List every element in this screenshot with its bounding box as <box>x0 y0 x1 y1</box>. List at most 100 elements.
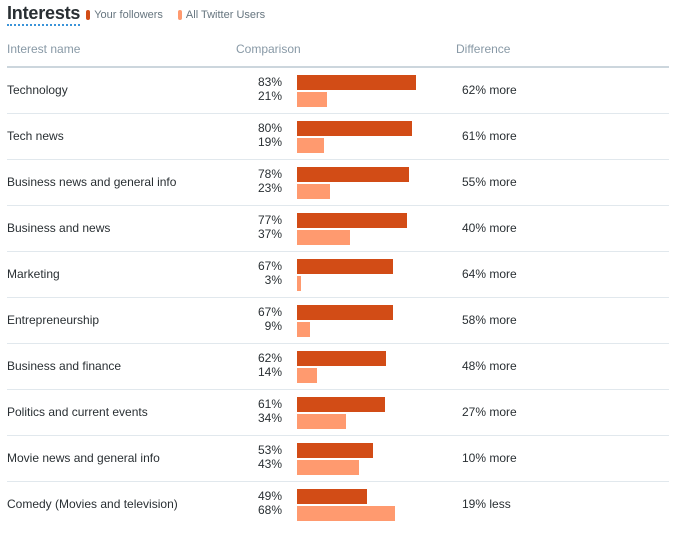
interest-name: Technology <box>7 83 68 97</box>
followers-bar <box>297 167 409 182</box>
table-row: Technology 83% 21% 62% more <box>7 68 669 114</box>
comparison-bars <box>297 121 447 153</box>
all-users-bar <box>297 322 310 337</box>
followers-bar <box>297 121 412 136</box>
difference-value: 64% more <box>462 267 517 281</box>
followers-bar <box>297 213 407 228</box>
followers-bar <box>297 305 393 320</box>
all-users-bar <box>297 92 327 107</box>
legend-all-twitter-users: All Twitter Users <box>177 9 266 26</box>
difference-value: 48% more <box>462 359 517 373</box>
followers-percent-label: 78% <box>257 167 282 181</box>
difference-value: 61% more <box>462 129 517 143</box>
difference-value: 27% more <box>462 405 517 419</box>
interest-name: Business and news <box>7 221 111 235</box>
page-title[interactable]: Interests <box>7 3 80 26</box>
followers-percent-label: 80% <box>257 121 282 135</box>
comparison-bars <box>297 167 447 199</box>
all-users-percent-label: 9% <box>264 319 282 333</box>
comparison-bars <box>297 213 447 245</box>
comparison-values: 80% 19% <box>258 121 282 149</box>
all-users-bar <box>297 368 317 383</box>
followers-percent-label: 67% <box>257 259 282 273</box>
followers-bar <box>297 443 373 458</box>
column-header-comparison: Comparison <box>236 42 301 56</box>
followers-bar <box>297 75 416 90</box>
followers-percent-label: 61% <box>257 397 282 411</box>
table-row: Movie news and general info 53% 43% 10% mor… <box>7 436 669 482</box>
legend-label-all-users: All Twitter Users <box>185 9 266 21</box>
column-header-difference: Difference <box>456 42 511 56</box>
all-users-percent-label: 21% <box>257 89 282 103</box>
comparison-values: 83% 21% <box>258 75 282 103</box>
all-users-percent-label: 37% <box>257 227 282 241</box>
legend-swatch-all-users <box>177 10 182 20</box>
all-users-percent-label: 14% <box>257 365 282 379</box>
table-header: Interest name Comparison Difference <box>7 40 669 68</box>
all-users-bar <box>297 506 395 521</box>
all-users-bar <box>297 230 350 245</box>
all-users-percent-label: 43% <box>257 457 282 471</box>
followers-percent-label: 67% <box>257 305 282 319</box>
all-users-bar <box>297 138 324 153</box>
table-row: Entrepreneurship 67% 9% 58% more <box>7 298 669 344</box>
difference-value: 40% more <box>462 221 517 235</box>
legend-your-followers: Your followers <box>86 9 163 26</box>
interests-table: Technology 83% 21% 62% more Tech news 80% 19% 6… <box>7 68 669 527</box>
followers-bar <box>297 397 385 412</box>
table-row: Politics and current events 61% 34% 27% mor… <box>7 390 669 436</box>
all-users-bar <box>297 184 330 199</box>
interest-name: Business news and general info <box>7 175 177 189</box>
comparison-values: 67% 3% <box>258 259 282 287</box>
comparison-values: 53% 43% <box>258 443 282 471</box>
comparison-bars <box>297 351 447 383</box>
followers-percent-label: 53% <box>257 443 282 457</box>
followers-percent-label: 49% <box>257 489 282 503</box>
followers-percent-label: 62% <box>257 351 282 365</box>
interest-name: Politics and current events <box>7 405 148 419</box>
all-users-percent-label: 34% <box>257 411 282 425</box>
comparison-bars <box>297 75 447 107</box>
table-row: Business news and general info 78% 23% 55% … <box>7 160 669 206</box>
comparison-bars <box>297 259 447 291</box>
difference-value: 55% more <box>462 175 517 189</box>
interest-name: Tech news <box>7 129 64 143</box>
comparison-bars <box>297 489 447 521</box>
column-header-interest-name: Interest name <box>7 42 81 56</box>
all-users-percent-label: 3% <box>264 273 282 287</box>
comparison-values: 67% 9% <box>258 305 282 333</box>
comparison-values: 61% 34% <box>258 397 282 425</box>
interest-name: Comedy (Movies and television) <box>7 497 178 511</box>
legend-label-followers: Your followers <box>94 9 163 21</box>
interest-name: Movie news and general info <box>7 451 160 465</box>
legend-swatch-followers <box>86 10 91 20</box>
title-row: Interests Your followers All Twitter Use… <box>7 2 265 26</box>
comparison-values: 49% 68% <box>258 489 282 517</box>
followers-percent-label: 83% <box>257 75 282 89</box>
all-users-percent-label: 23% <box>257 181 282 195</box>
all-users-bar <box>297 276 301 291</box>
table-row: Business and finance 62% 14% 48% more <box>7 344 669 390</box>
table-row: Business and news 77% 37% 40% more <box>7 206 669 252</box>
interest-name: Marketing <box>7 267 60 281</box>
comparison-bars <box>297 305 447 337</box>
all-users-bar <box>297 460 359 475</box>
all-users-percent-label: 19% <box>257 135 282 149</box>
comparison-values: 62% 14% <box>258 351 282 379</box>
interest-name: Business and finance <box>7 359 122 373</box>
difference-value: 62% more <box>462 83 517 97</box>
comparison-bars <box>297 443 447 475</box>
followers-percent-label: 77% <box>257 213 282 227</box>
table-row: Marketing 67% 3% 64% more <box>7 252 669 298</box>
difference-value: 58% more <box>462 313 517 327</box>
all-users-bar <box>297 414 346 429</box>
comparison-values: 78% 23% <box>258 167 282 195</box>
comparison-values: 77% 37% <box>258 213 282 241</box>
table-row: Comedy (Movies and television) 49% 68% 19% … <box>7 482 669 527</box>
all-users-percent-label: 68% <box>257 503 282 517</box>
interest-name: Entrepreneurship <box>7 313 100 327</box>
comparison-bars <box>297 397 447 429</box>
followers-bar <box>297 259 393 274</box>
difference-value: 10% more <box>462 451 517 465</box>
followers-bar <box>297 489 367 504</box>
